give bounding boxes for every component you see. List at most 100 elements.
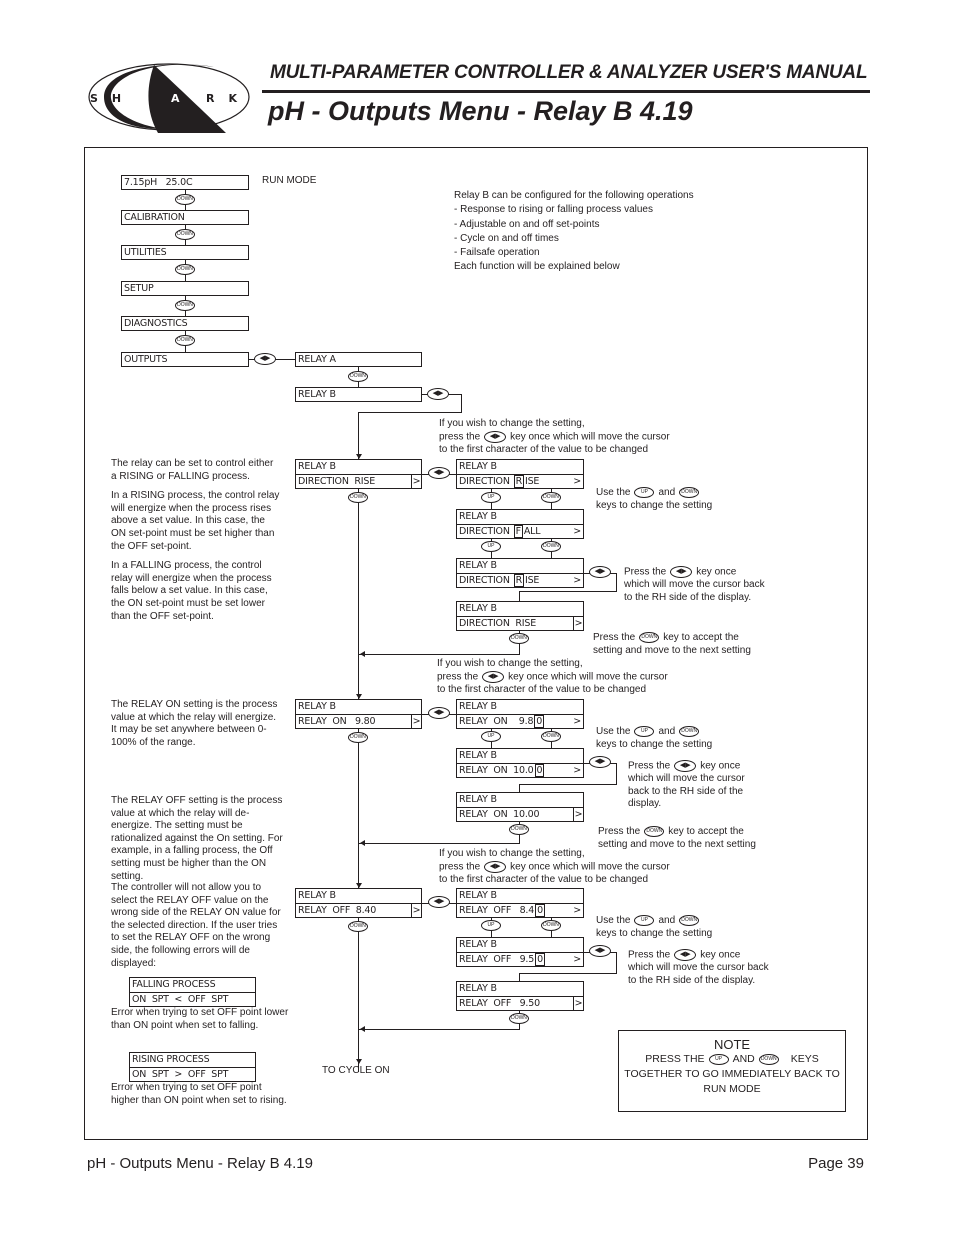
instruction-line: If you wish to change the setting, xyxy=(437,658,583,669)
svg-text:A: A xyxy=(171,92,180,105)
note-line: RUN MODE xyxy=(703,1083,761,1095)
text: Press the xyxy=(628,760,671,772)
left-right-key-icon: ◀▶ xyxy=(428,707,450,719)
change-instruction: If you wish to change the setting, press… xyxy=(439,848,670,886)
intro-text: Relay B can be configured for the follow… xyxy=(454,189,694,275)
lcd-diagnostics: DIAGNOSTICS xyxy=(121,316,249,331)
text: key to accept the xyxy=(663,632,739,644)
cursor-char: R xyxy=(513,574,524,587)
text: DIRECTION xyxy=(459,526,513,537)
text: Press the xyxy=(593,632,636,644)
instruction-line: Use the UP and DOWN xyxy=(596,726,712,739)
lcd-line: DIRECTION RISE > xyxy=(457,616,583,631)
instruction-line: keys to change the setting xyxy=(596,499,713,511)
left-right-key-icon: ◀▶ xyxy=(484,430,507,443)
note-title: NOTE xyxy=(713,1037,751,1052)
lcd-line: FALLING PROCESS xyxy=(132,979,216,990)
instruction-line: to the RH side of the display. xyxy=(624,591,752,603)
down-key-icon: DOWN xyxy=(644,826,665,837)
lcd-line: RELAY OFF 8.40 > xyxy=(457,903,583,918)
lcd-line: DIRECTION RISE > xyxy=(457,474,583,489)
connector xyxy=(358,654,520,656)
instruction-line: Press the DOWN key to accept the xyxy=(598,826,756,839)
lcd-line: DIRECTION RISE > xyxy=(457,573,583,588)
text: RELAY OFF 9.5 xyxy=(459,954,535,965)
note-box: NOTE PRESS THE UP AND DOWN KEYS TOGETHER TO … xyxy=(618,1030,846,1112)
more-arrow-icon: > xyxy=(573,905,581,916)
text: ISE xyxy=(524,476,540,487)
lcd-line: RELAY B xyxy=(459,701,497,712)
arrow-down-icon xyxy=(356,1059,362,1064)
left-right-key-icon: ◀▶ xyxy=(484,860,507,873)
lcd-line: RISING PROCESS xyxy=(132,1054,210,1065)
connector xyxy=(358,843,520,845)
left-right-key-icon: ◀▶ xyxy=(674,760,697,772)
down-key-icon: DOWN xyxy=(175,300,195,311)
footer-section-title: pH - Outputs Menu - Relay B 4.19 xyxy=(87,1155,313,1172)
left-right-key-icon: ◀▶ xyxy=(589,756,611,768)
text: RELAY ON 10.00 xyxy=(459,809,540,820)
left-right-key-icon: ◀▶ xyxy=(589,566,611,578)
down-key-icon: DOWN xyxy=(348,921,368,932)
left-right-key-icon: ◀▶ xyxy=(589,945,611,957)
text: and xyxy=(658,915,676,927)
lcd-relay-on: RELAY B RELAY ON 9.80 > xyxy=(295,699,422,729)
text: key once which will move the cursor xyxy=(510,431,670,443)
lcd-line: RELAY OFF 9.50 > xyxy=(457,996,583,1011)
arrow-left-icon xyxy=(360,651,365,657)
use-keys-instruction: Use the UP and DOWN keys to change the sett… xyxy=(596,915,712,940)
cursor-char: 0 xyxy=(535,953,545,966)
connector xyxy=(519,591,617,593)
to-cycle-on-label: TO CYCLE ON xyxy=(322,1065,390,1076)
text: Use the xyxy=(596,726,631,738)
left-right-key-icon: ◀▶ xyxy=(254,353,276,365)
lcd-line: ON SPT < OFF SPT xyxy=(130,992,255,1007)
down-key-icon: DOWN xyxy=(348,732,368,743)
instruction-line: Press the DOWN key to accept the xyxy=(593,632,751,645)
lcd-relay-on-step-2: RELAY B RELAY ON 10.0 0 > xyxy=(456,748,584,778)
lcd-value: DIRECTION RISE xyxy=(298,476,376,487)
down-key-icon: DOWN xyxy=(679,726,700,737)
instruction-line: Use the UP and DOWN xyxy=(596,487,712,500)
connector xyxy=(519,784,617,786)
text: Press the xyxy=(628,949,671,961)
left-right-key-icon: ◀▶ xyxy=(670,566,693,578)
lcd-utilities: UTILITIES xyxy=(121,245,249,260)
lcd-line: RELAY ON 10.00 > xyxy=(457,763,583,778)
text: key once xyxy=(696,566,737,578)
more-arrow-icon: > xyxy=(573,765,581,776)
direction-description: The relay can be set to control either a… xyxy=(111,458,281,623)
up-key-icon: UP xyxy=(481,731,501,742)
more-arrow-icon: > xyxy=(573,526,581,537)
shark-logo: SH A RK xyxy=(84,57,254,137)
lcd-line: RELAY B xyxy=(459,461,497,472)
instruction-line: Press the ◀▶ key once xyxy=(628,949,769,962)
lcd-error-rising: RISING PROCESS ON SPT > OFF SPT xyxy=(129,1052,256,1082)
instruction-line: If you wish to change the setting, xyxy=(439,848,585,859)
connector xyxy=(358,1029,520,1031)
text: ALL xyxy=(523,526,541,537)
more-arrow-icon: > xyxy=(573,954,581,965)
cursor-char: 0 xyxy=(534,764,545,777)
svg-text:RK: RK xyxy=(206,92,251,105)
text: Use the xyxy=(596,487,631,499)
footer-page-number: Page 39 xyxy=(808,1155,864,1172)
note-line: TOGETHER TO GO IMMEDIATELY BACK TO xyxy=(624,1068,840,1080)
more-arrow-icon: > xyxy=(411,904,421,917)
left-right-key-icon: ◀▶ xyxy=(482,670,505,683)
text: DIRECTION RISE xyxy=(459,618,537,629)
connector xyxy=(616,763,618,785)
text: Press the xyxy=(624,566,667,578)
left-right-key-icon: ◀▶ xyxy=(427,388,449,400)
lcd-calibration: CALIBRATION xyxy=(121,210,249,225)
up-key-icon: UP xyxy=(481,492,501,503)
down-key-icon: DOWN xyxy=(541,920,561,931)
down-key-icon: DOWN xyxy=(175,194,195,205)
instruction-line: display. xyxy=(628,798,662,810)
lcd-line: ON SPT > OFF SPT xyxy=(130,1067,255,1082)
instruction-line: press the ◀▶ key once which will move the … xyxy=(437,670,668,684)
connector xyxy=(461,394,463,413)
error-rising-caption: Error when trying to set OFF point highe… xyxy=(111,1082,287,1106)
lcd-direction: RELAY B DIRECTION RISE > xyxy=(295,459,422,489)
text: press the xyxy=(437,671,479,683)
